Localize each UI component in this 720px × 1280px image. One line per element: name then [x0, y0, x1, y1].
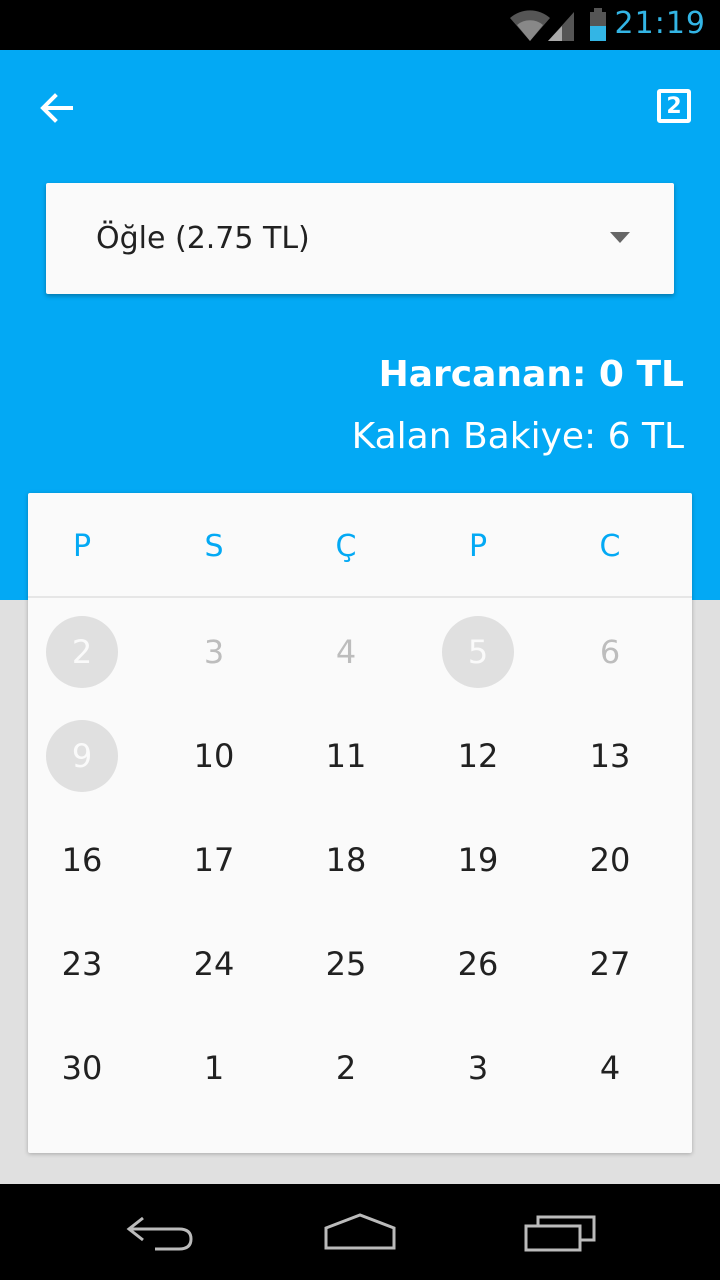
calendar-day[interactable]: 20 — [574, 824, 646, 896]
weekday-label: P — [468, 529, 488, 564]
calendar-day[interactable]: 23 — [46, 928, 118, 1000]
spent-amount: Harcanan: 0 TL — [378, 354, 684, 395]
status-icons — [510, 8, 606, 41]
calendar-day[interactable]: 16 — [46, 824, 118, 896]
weekday-label: P — [72, 529, 92, 564]
battery-icon — [590, 8, 606, 41]
nav-recents-icon — [524, 1215, 596, 1252]
calendar-day[interactable]: 26 — [442, 928, 514, 1000]
calendar-day[interactable]: 2 — [310, 1032, 382, 1104]
calendar-day[interactable]: 9 — [46, 720, 118, 792]
counter-badge-icon: 2 — [657, 89, 691, 123]
calendar-day[interactable]: 17 — [178, 824, 250, 896]
status-bar: 21:19 — [0, 0, 720, 50]
weekday-label: C — [599, 529, 621, 564]
calendar-day[interactable]: 3 — [442, 1032, 514, 1104]
calendar-day[interactable]: 6 — [574, 616, 646, 688]
remaining-balance: Kalan Bakiye: 6 TL — [351, 416, 684, 457]
signal-icon — [548, 12, 574, 41]
nav-back-icon — [126, 1216, 193, 1251]
calendar-day[interactable]: 1 — [178, 1032, 250, 1104]
back-button[interactable] — [28, 80, 84, 136]
calendar-day[interactable]: 30 — [46, 1032, 118, 1104]
clock: 21:19 — [614, 6, 706, 41]
calendar-day[interactable]: 4 — [574, 1032, 646, 1104]
wifi-icon — [510, 10, 550, 41]
arrow-back-icon — [40, 93, 73, 123]
calendar-day[interactable]: 25 — [310, 928, 382, 1000]
counter-badge-button[interactable]: 2 — [654, 86, 694, 126]
badge-count: 2 — [666, 93, 682, 119]
calendar: P S Ç P C 2 3 4 5 6 9 10 11 12 13 16 17 … — [28, 493, 692, 1153]
calendar-day[interactable]: 19 — [442, 824, 514, 896]
calendar-day[interactable]: 5 — [442, 616, 514, 688]
calendar-day[interactable]: 11 — [310, 720, 382, 792]
calendar-day[interactable]: 10 — [178, 720, 250, 792]
nav-back-button[interactable] — [110, 1202, 210, 1262]
system-nav-bar — [0, 1184, 720, 1280]
calendar-day[interactable]: 24 — [178, 928, 250, 1000]
caret-down-icon — [610, 232, 630, 243]
calendar-day[interactable]: 2 — [46, 616, 118, 688]
calendar-day[interactable]: 12 — [442, 720, 514, 792]
calendar-day[interactable]: 3 — [178, 616, 250, 688]
weekday-label: Ç — [335, 529, 357, 564]
calendar-day[interactable]: 13 — [574, 720, 646, 792]
calendar-day[interactable]: 27 — [574, 928, 646, 1000]
weekday-header: P S Ç P C — [28, 493, 692, 598]
nav-recents-button[interactable] — [510, 1202, 610, 1262]
nav-home-button[interactable] — [310, 1202, 410, 1262]
calendar-day[interactable]: 4 — [310, 616, 382, 688]
meal-select-value: Öğle (2.75 TL) — [96, 221, 310, 256]
calendar-day[interactable]: 18 — [310, 824, 382, 896]
meal-select[interactable]: Öğle (2.75 TL) — [46, 183, 674, 294]
nav-home-icon — [324, 1213, 396, 1250]
weekday-label: S — [204, 529, 224, 564]
